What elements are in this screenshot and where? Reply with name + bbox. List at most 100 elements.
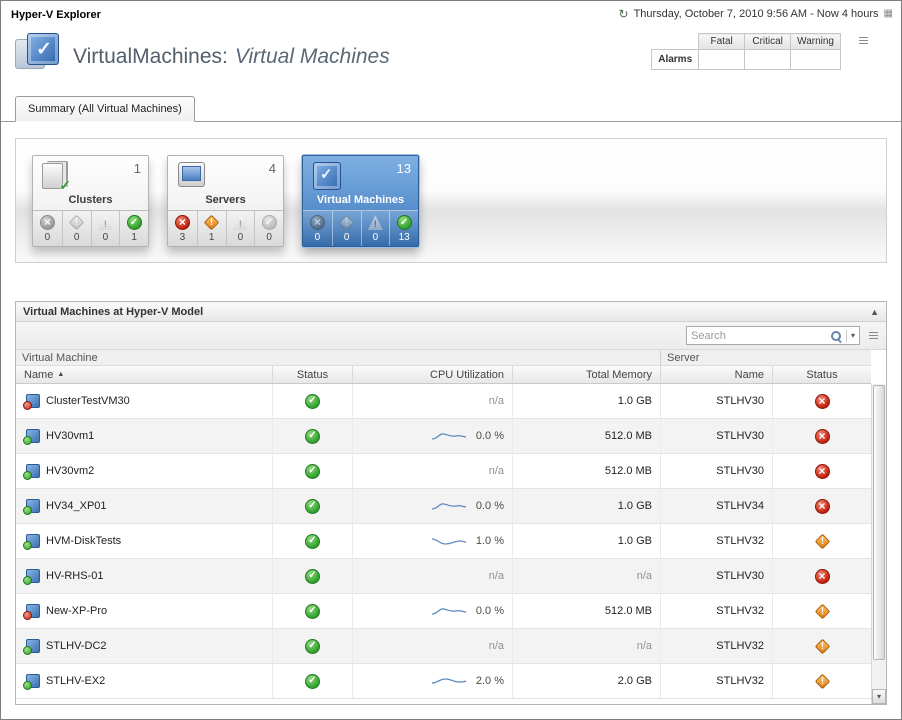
vm-row-ClusterTestVM30[interactable]: ClusterTestVM30 n/a 1.0 GB STLHV30 xyxy=(16,384,871,419)
table-customizer-icon[interactable] xyxy=(869,332,878,339)
cpu-value: n/a xyxy=(489,570,504,582)
vm-status-icon xyxy=(305,674,320,689)
tile-servers[interactable]: 4 Servers 3 1 0 xyxy=(167,155,284,247)
server-status-cell xyxy=(772,559,871,593)
vm-row-New-XP-Pro[interactable]: New-XP-Pro 0.0 % 512.0 MB STLHV32 xyxy=(16,594,871,629)
clusters-critical-stat: 0 xyxy=(62,211,91,246)
panel-title: Virtual Machines at Hyper-V Model xyxy=(23,306,203,318)
search-dropdown-icon[interactable]: ▾ xyxy=(851,331,855,340)
vm-row-HV34_XP01[interactable]: HV34_XP01 0.0 % 1.0 GB STLHV34 xyxy=(16,489,871,524)
vm-name: HV30vm2 xyxy=(46,465,94,477)
virtual-machines-header-icon xyxy=(15,31,63,77)
table-group-header: Virtual Machine Server xyxy=(16,350,871,366)
cpu-value: n/a xyxy=(489,465,504,477)
vm-row-HV-RHS-01[interactable]: HV-RHS-01 n/a n/a STLHV30 xyxy=(16,559,871,594)
server-name-cell: STLHV34 xyxy=(660,489,772,523)
vm-status-icon xyxy=(305,534,320,549)
virtual-machines-label: Virtual Machines xyxy=(303,193,418,210)
server-name-cell: STLHV32 xyxy=(660,594,772,628)
server-status-icon xyxy=(815,464,830,479)
vm-status-cell xyxy=(272,524,352,558)
vm-icon xyxy=(24,674,40,689)
servers-icon xyxy=(174,161,208,191)
warning-count: 0 xyxy=(103,232,109,243)
alarms-critical-value[interactable] xyxy=(745,50,791,70)
vertical-scrollbar[interactable]: ▾ xyxy=(871,384,886,704)
memory-cell: 512.0 MB xyxy=(512,594,660,628)
server-status-icon xyxy=(815,429,830,444)
critical-count: 0 xyxy=(344,232,350,243)
cpu-sparkline-icon xyxy=(431,499,467,513)
clusters-normal-stat: 1 xyxy=(119,211,148,246)
memory-cell: n/a xyxy=(512,559,660,593)
tab-summary[interactable]: Summary (All Virtual Machines) xyxy=(15,96,195,122)
cpu-sparkline-icon xyxy=(431,674,467,688)
cpu-sparkline-icon xyxy=(431,429,467,443)
alarms-menu-icon[interactable] xyxy=(841,34,887,50)
search-input[interactable] xyxy=(691,330,826,342)
servers-status-row: 3 1 0 0 xyxy=(168,210,283,246)
col-header-server-name[interactable]: Name xyxy=(660,366,772,383)
tile-clusters[interactable]: 1 Clusters 0 0 0 xyxy=(32,155,149,247)
server-status-cell xyxy=(772,454,871,488)
col-header-memory[interactable]: Total Memory xyxy=(512,366,660,383)
vm-row-HV30vm1[interactable]: HV30vm1 0.0 % 512.0 MB STLHV30 xyxy=(16,419,871,454)
search-icon[interactable] xyxy=(830,330,842,342)
vm-status-icon xyxy=(305,639,320,654)
col-header-server-status[interactable]: Status xyxy=(772,366,871,383)
col-header-name[interactable]: Name▲ xyxy=(16,366,272,383)
col-header-status[interactable]: Status xyxy=(272,366,352,383)
normal-status-icon xyxy=(127,215,142,230)
tile-virtual-machines[interactable]: 13 Virtual Machines 0 0 0 xyxy=(302,155,419,247)
servers-count: 4 xyxy=(269,161,276,176)
normal-count: 0 xyxy=(266,232,272,243)
fatal-status-icon xyxy=(40,215,55,230)
cpu-value: 0.0 % xyxy=(476,605,504,617)
vm-name: STLHV-EX2 xyxy=(46,675,105,687)
col-header-cpu[interactable]: CPU Utilization xyxy=(352,366,512,383)
vm-row-STLHV-DC2[interactable]: STLHV-DC2 n/a n/a STLHV32 xyxy=(16,629,871,664)
scroll-down-button[interactable]: ▾ xyxy=(872,689,886,704)
vm-normal-stat: 13 xyxy=(389,211,418,246)
critical-status-icon xyxy=(69,215,85,231)
time-range-control[interactable]: ↻ Thursday, October 7, 2010 9:56 AM - No… xyxy=(619,8,894,20)
vm-row-HV30vm2[interactable]: HV30vm2 n/a 512.0 MB STLHV30 xyxy=(16,454,871,489)
cpu-cell: n/a xyxy=(352,454,512,488)
vm-status-cell xyxy=(272,629,352,663)
search-divider xyxy=(846,330,847,342)
server-name-cell: STLHV32 xyxy=(660,629,772,663)
alarms-col-critical: Critical xyxy=(745,34,791,50)
vm-icon xyxy=(24,464,40,479)
sort-asc-icon: ▲ xyxy=(57,371,64,378)
cpu-sparkline-icon xyxy=(431,534,467,548)
fatal-status-icon xyxy=(310,215,325,230)
search-box[interactable]: ▾ xyxy=(686,326,860,345)
vm-status-icon xyxy=(305,499,320,514)
scrollbar-thumb[interactable] xyxy=(873,385,885,660)
vm-status-cell xyxy=(272,454,352,488)
hyperv-explorer-window: Hyper-V Explorer ↻ Thursday, October 7, … xyxy=(0,0,902,720)
clusters-status-row: 0 0 0 1 xyxy=(33,210,148,246)
server-status-icon xyxy=(814,603,830,619)
cpu-cell: 2.0 % xyxy=(352,664,512,698)
servers-critical-stat: 1 xyxy=(197,211,226,246)
virtual-machines-status-row: 0 0 0 13 xyxy=(303,210,418,246)
virtual-machines-icon xyxy=(309,161,343,191)
alarms-warning-value[interactable] xyxy=(791,50,841,70)
collapse-panel-icon[interactable]: ▲ xyxy=(870,307,879,317)
vm-icon xyxy=(24,499,40,514)
time-range-text: Thursday, October 7, 2010 9:56 AM - Now … xyxy=(634,8,879,20)
alarms-fatal-value[interactable] xyxy=(699,50,745,70)
timeline-menu-icon[interactable]: ▦ xyxy=(884,9,893,19)
vm-row-HVM-DiskTests[interactable]: HVM-DiskTests 1.0 % 1.0 GB STLHV32 xyxy=(16,524,871,559)
alarms-summary-table: Fatal Critical Warning Alarms xyxy=(651,33,887,70)
vm-name-cell: HV34_XP01 xyxy=(16,489,272,523)
table-body: ClusterTestVM30 n/a 1.0 GB STLHV30 HV30v… xyxy=(16,384,886,704)
vm-row-STLHV-EX2[interactable]: STLHV-EX2 2.0 % 2.0 GB STLHV32 xyxy=(16,664,871,699)
page-header: VirtualMachines:Virtual Machines Fatal C… xyxy=(15,31,887,95)
warning-status-icon xyxy=(233,215,248,230)
table-column-header: Name▲ Status CPU Utilization Total Memor… xyxy=(16,366,871,384)
warning-count: 0 xyxy=(373,232,379,243)
memory-cell: 512.0 MB xyxy=(512,419,660,453)
vm-warning-stat: 0 xyxy=(361,211,390,246)
